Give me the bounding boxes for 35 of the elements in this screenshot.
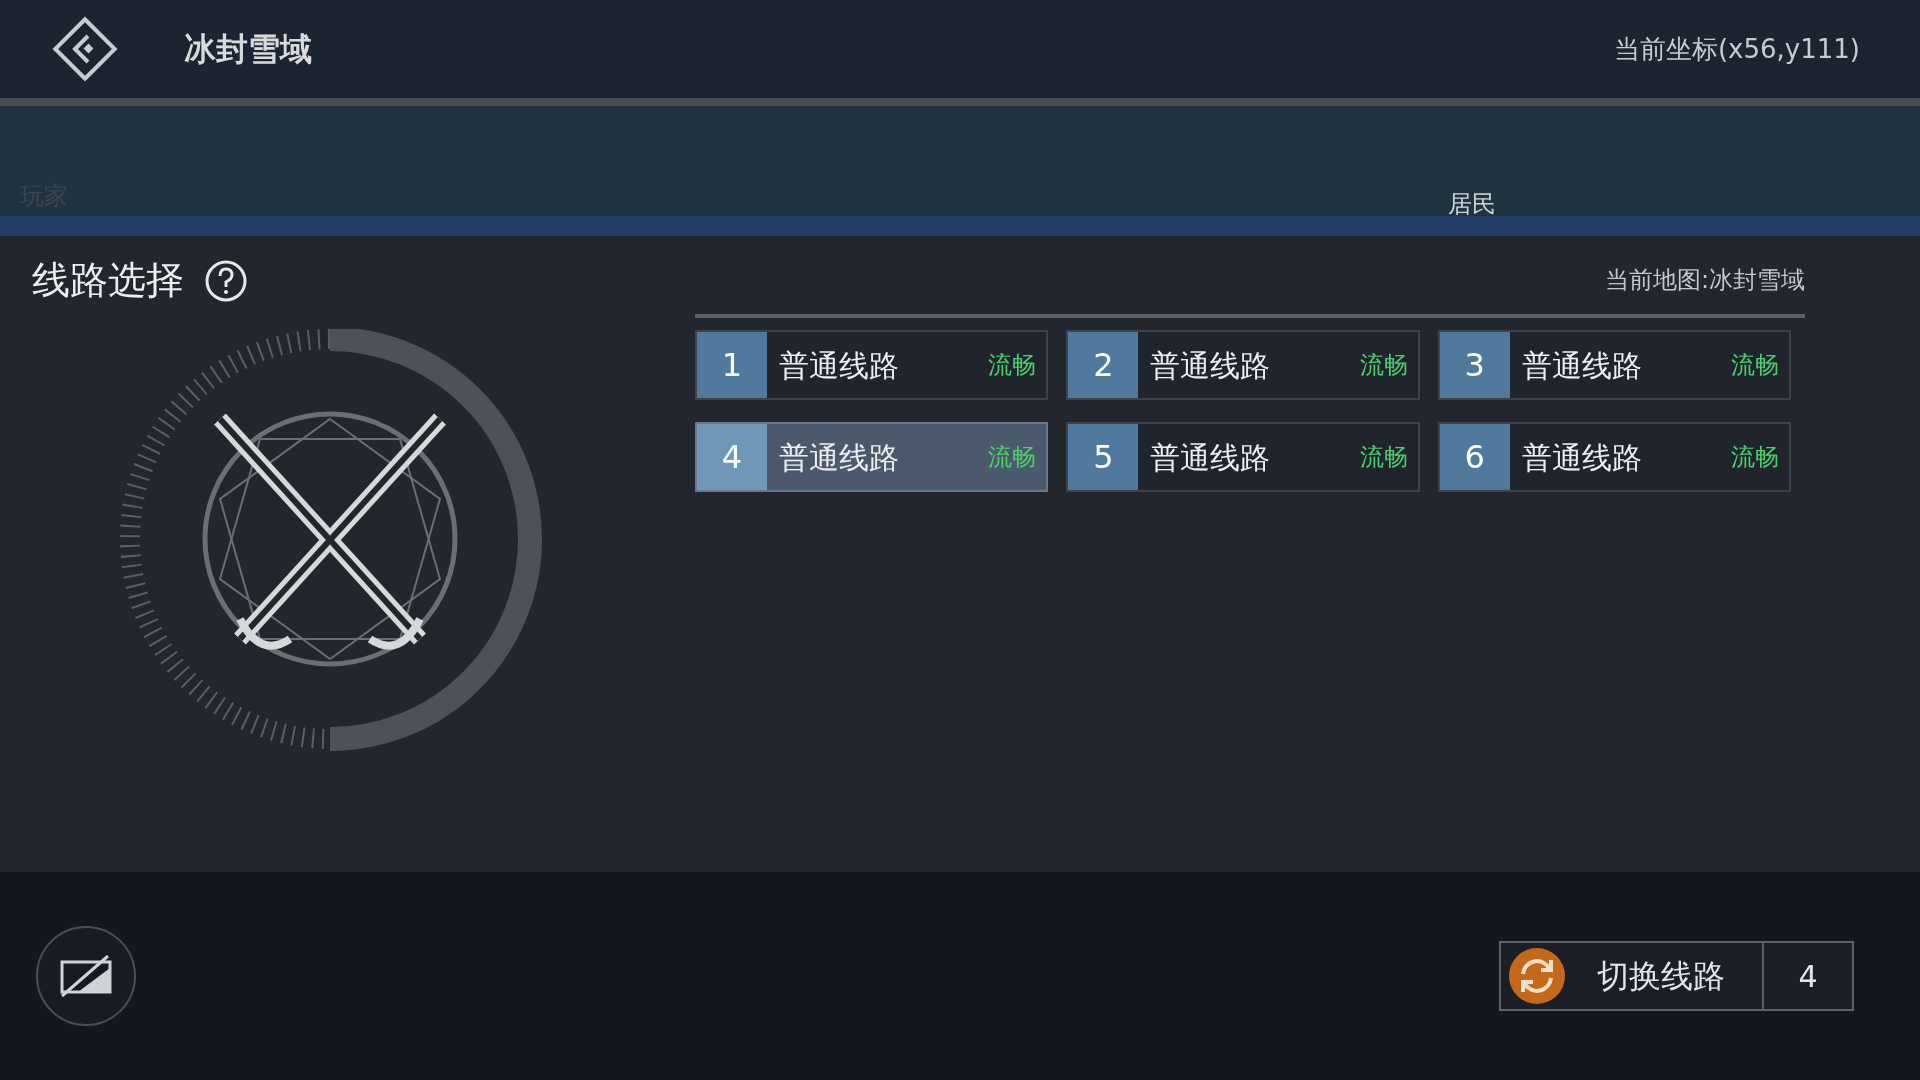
line-option[interactable]: 1 普通线路 流畅 xyxy=(695,330,1049,400)
line-option[interactable]: 5 普通线路 流畅 xyxy=(1066,422,1420,492)
line-status: 流畅 xyxy=(1731,350,1779,381)
line-name: 普通线路 xyxy=(1521,438,1642,477)
line-number: 2 xyxy=(1068,332,1139,398)
switch-line-button[interactable]: 切换线路 4 xyxy=(1499,941,1854,1011)
line-status: 流畅 xyxy=(1731,442,1779,473)
line-name: 普通线路 xyxy=(1521,346,1642,385)
back-diamond-icon[interactable] xyxy=(50,14,120,84)
line-name: 普通线路 xyxy=(1150,438,1271,477)
line-option[interactable]: 2 普通线路 流畅 xyxy=(1066,330,1420,400)
line-status: 流畅 xyxy=(988,350,1037,381)
line-status: 流畅 xyxy=(1359,442,1408,473)
hidden-image-icon xyxy=(58,954,114,998)
line-name: 普通线路 xyxy=(779,438,899,477)
line-status: 流畅 xyxy=(1359,350,1408,381)
line-status: 流畅 xyxy=(988,442,1037,473)
line-option[interactable]: 4 普通线路 流畅 xyxy=(695,422,1049,492)
line-number: 5 xyxy=(1068,424,1139,490)
line-number: 1 xyxy=(697,332,767,398)
coordinates-text: 当前坐标(x56,y111) xyxy=(1613,32,1860,66)
refresh-icon xyxy=(1507,946,1567,1006)
line-option[interactable]: 6 普通线路 流畅 xyxy=(1437,422,1791,492)
help-icon[interactable] xyxy=(204,258,248,303)
panel-title: 线路选择 xyxy=(32,257,184,304)
line-name: 普通线路 xyxy=(779,346,899,385)
current-map-text: 当前地图:冰封雪域 xyxy=(1604,265,1805,296)
line-name: 普通线路 xyxy=(1150,346,1271,385)
map-title: 冰封雪域 xyxy=(184,29,312,70)
line-number: 4 xyxy=(697,424,767,490)
line-number: 3 xyxy=(1439,332,1510,398)
selected-line-value: 4 xyxy=(1762,943,1852,1009)
line-number: 6 xyxy=(1439,424,1510,490)
line-option[interactable]: 3 普通线路 流畅 xyxy=(1437,330,1791,400)
map-label: 居民 xyxy=(1448,192,1496,216)
